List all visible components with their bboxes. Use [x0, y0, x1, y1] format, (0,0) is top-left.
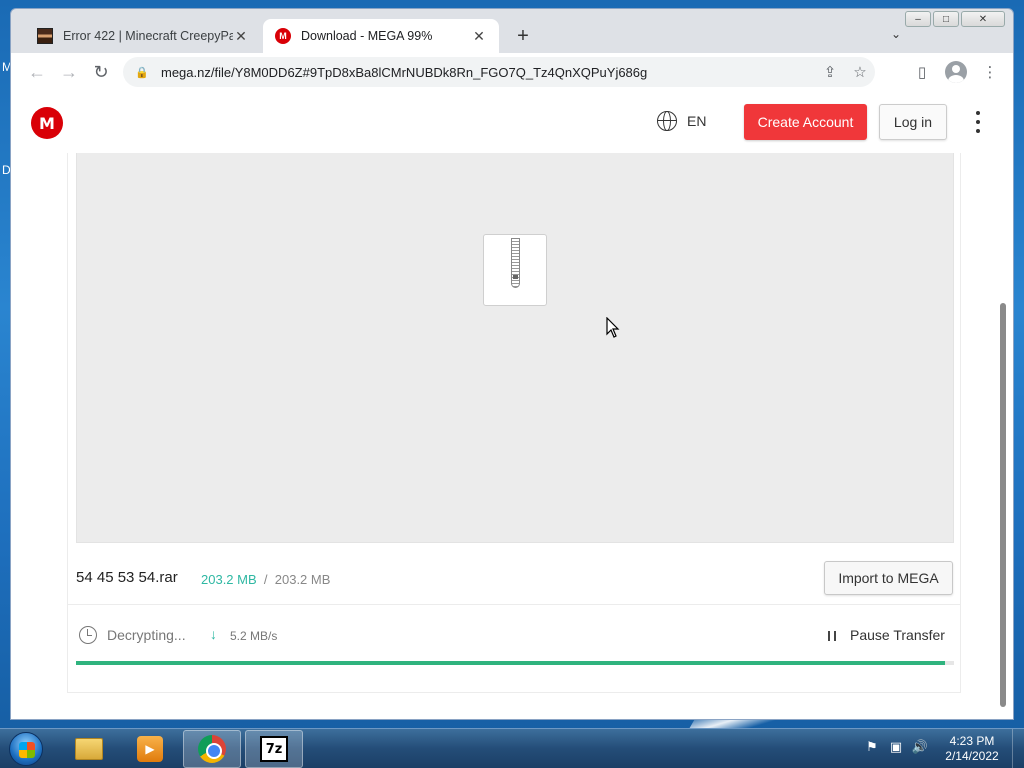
- browser-toolbar: ← → ↻ 🔒 mega.nz/file/Y8M0DD6Z#9TpD8xBa8l…: [11, 53, 1013, 91]
- profile-button[interactable]: [941, 57, 971, 87]
- side-panel-icon[interactable]: ▯: [907, 57, 937, 87]
- taskbar: ▶ 7z ⚑ ▣ 🔊 4:23 PM 2/14/2022: [0, 728, 1024, 768]
- transfer-status: Decrypting...: [107, 627, 186, 643]
- download-progress-bar: [76, 661, 954, 665]
- tab-strip: Error 422 | Minecraft CreepyPasta ✕ M Do…: [11, 9, 1013, 53]
- download-card: 54 45 53 54.rar 203.2 MB / 203.2 MB Impo…: [67, 153, 961, 693]
- import-to-mega-button[interactable]: Import to MEGA: [824, 561, 953, 595]
- pause-icon[interactable]: [828, 631, 836, 641]
- download-arrow-icon: ↓: [210, 626, 217, 642]
- pause-transfer-button[interactable]: Pause Transfer: [850, 627, 945, 643]
- volume-icon[interactable]: 🔊: [912, 739, 928, 755]
- archive-file-icon: [483, 234, 547, 306]
- mega-header: M EN Create Account Log in: [11, 91, 1013, 153]
- avatar-icon: [945, 61, 967, 83]
- create-account-button[interactable]: Create Account: [744, 104, 867, 140]
- 7zip-icon: 7z: [260, 736, 288, 762]
- forward-arrow-icon[interactable]: →: [53, 57, 85, 87]
- bookmark-star-icon[interactable]: ☆: [845, 63, 875, 81]
- network-icon[interactable]: ▣: [888, 739, 904, 755]
- media-player-icon: ▶: [137, 736, 163, 762]
- login-button[interactable]: Log in: [879, 104, 947, 140]
- address-url[interactable]: mega.nz/file/Y8M0DD6Z#9TpD8xBa8lCMrNUBDk…: [161, 65, 815, 80]
- back-arrow-icon[interactable]: ←: [21, 57, 53, 87]
- new-tab-button[interactable]: +: [511, 25, 535, 48]
- taskbar-explorer[interactable]: [60, 730, 118, 768]
- tab-title: Error 422 | Minecraft CreepyPasta: [63, 29, 233, 43]
- page-scrollbar[interactable]: [997, 153, 1009, 719]
- chrome-icon: [198, 735, 226, 763]
- tab-search-chevron-icon[interactable]: ⌄: [891, 27, 901, 41]
- size-separator: /: [263, 572, 268, 587]
- action-center-flag-icon[interactable]: ⚑: [864, 739, 880, 755]
- mega-page: M EN Create Account Log in 54 45 53 54.r…: [11, 91, 1013, 719]
- mega-logo[interactable]: M: [31, 107, 63, 139]
- minecraft-favicon-icon: [37, 28, 53, 44]
- close-tab-icon[interactable]: ✕: [471, 28, 487, 45]
- zipper-icon: [511, 238, 520, 288]
- file-preview: [76, 153, 954, 543]
- taskbar-7zip[interactable]: 7z: [245, 730, 303, 768]
- total-size: 203.2 MB: [274, 572, 331, 587]
- downloaded-size: 203.2 MB: [201, 572, 257, 587]
- tab-mega-download[interactable]: M Download - MEGA 99% ✕: [263, 19, 499, 53]
- clock-icon: [79, 626, 97, 644]
- toolbar-right: ▯ ⋮: [907, 57, 1005, 87]
- more-options-icon[interactable]: [973, 111, 983, 133]
- file-size: 203.2 MB / 203.2 MB: [201, 572, 330, 587]
- language-selector[interactable]: EN: [657, 111, 706, 131]
- clock-date: 2/14/2022: [945, 749, 999, 763]
- reload-icon[interactable]: ↻: [85, 57, 117, 87]
- system-tray: ⚑ ▣ 🔊: [864, 739, 928, 755]
- share-icon[interactable]: ⇪: [815, 63, 845, 81]
- transfer-speed: 5.2 MB/s: [230, 629, 278, 643]
- clock-time: 4:23 PM: [949, 734, 995, 748]
- mega-favicon-icon: M: [275, 28, 291, 44]
- show-desktop-button[interactable]: [1012, 729, 1024, 768]
- lock-icon[interactable]: 🔒: [135, 66, 151, 79]
- scrollbar-thumb[interactable]: [1000, 303, 1006, 707]
- tab-title: Download - MEGA 99%: [301, 29, 433, 43]
- start-button[interactable]: [4, 730, 48, 768]
- file-info-row: 54 45 53 54.rar 203.2 MB / 203.2 MB Impo…: [68, 551, 960, 605]
- browser-menu-icon[interactable]: ⋮: [975, 57, 1005, 87]
- transfer-status-row: Decrypting... ↓ 5.2 MB/s Pause Transfer: [68, 605, 960, 669]
- address-bar[interactable]: 🔒 mega.nz/file/Y8M0DD6Z#9TpD8xBa8lCMrNUB…: [123, 57, 875, 87]
- globe-icon: [657, 111, 677, 131]
- explorer-icon: [75, 738, 103, 760]
- file-name: 54 45 53 54.rar: [76, 569, 178, 586]
- language-label: EN: [687, 113, 707, 129]
- taskbar-media-player[interactable]: ▶: [121, 730, 179, 768]
- taskbar-clock[interactable]: 4:23 PM 2/14/2022: [940, 734, 1004, 764]
- progress-fill: [76, 661, 946, 665]
- close-tab-icon[interactable]: ✕: [233, 28, 249, 45]
- tab-creepypasta[interactable]: Error 422 | Minecraft CreepyPasta ✕: [25, 19, 261, 53]
- browser-window: – □ ✕ Error 422 | Minecraft CreepyPasta …: [10, 8, 1014, 720]
- taskbar-chrome[interactable]: [183, 730, 241, 768]
- windows-orb-icon: [9, 732, 43, 766]
